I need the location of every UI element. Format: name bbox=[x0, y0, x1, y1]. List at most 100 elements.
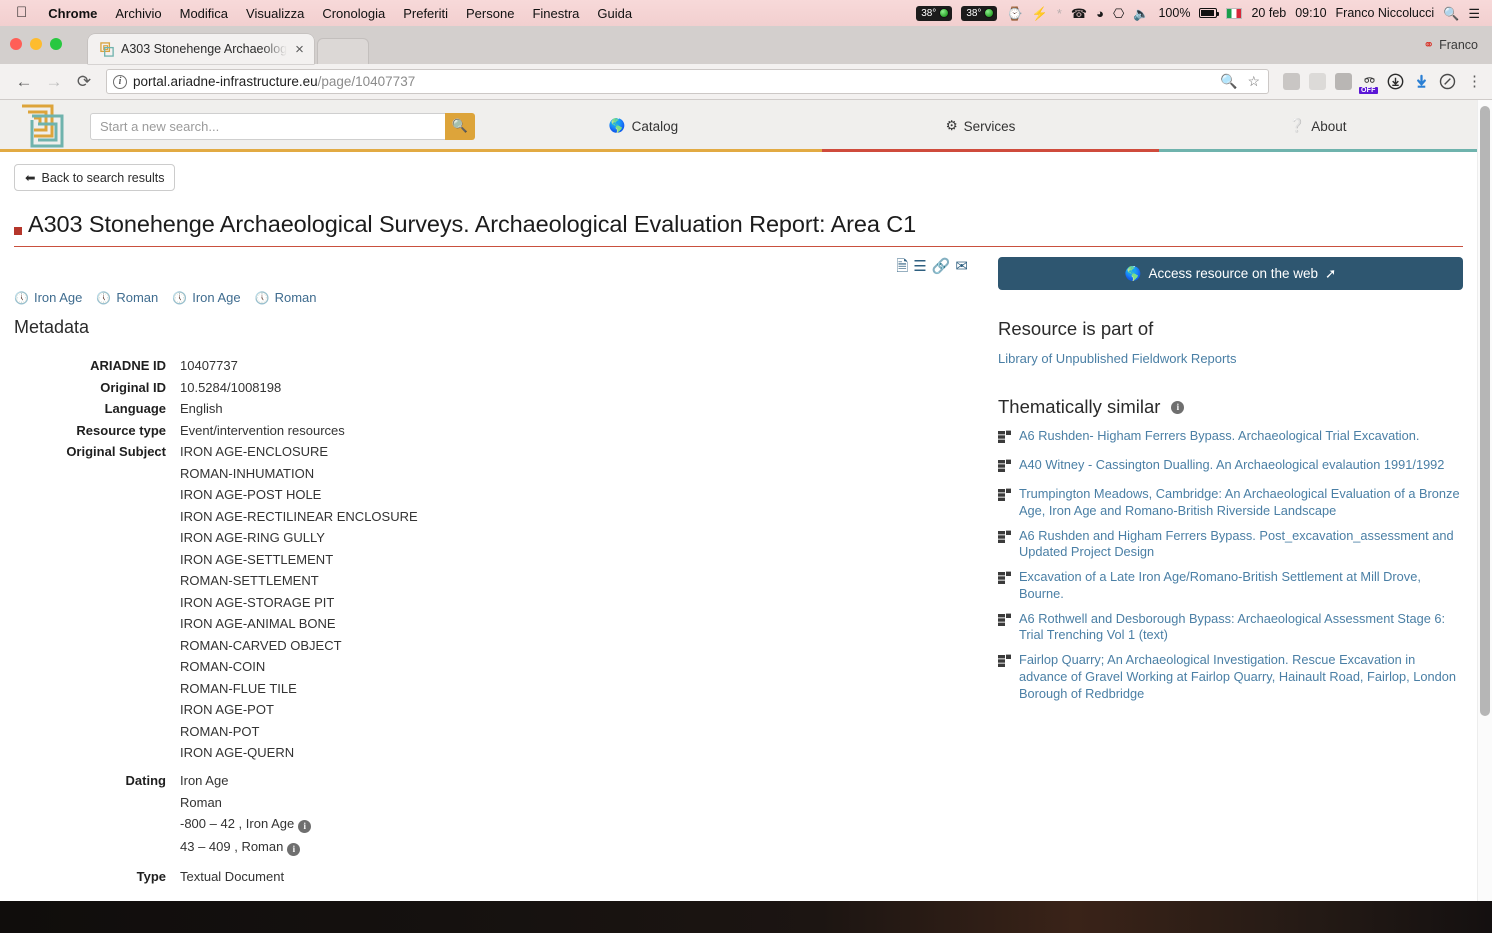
menu-item-preferiti[interactable]: Preferiti bbox=[394, 6, 457, 21]
nav-underline-accent bbox=[0, 149, 1477, 152]
list-item[interactable]: A6 Rushden- Higham Ferrers Bypass. Archa… bbox=[998, 428, 1463, 449]
chrome-menu-icon[interactable]: ⋮ bbox=[1465, 74, 1482, 89]
close-window-button[interactable] bbox=[10, 38, 22, 50]
spotlight-search-icon[interactable]: 🔍 bbox=[1443, 7, 1459, 20]
email-icon[interactable]: ✉ bbox=[955, 259, 968, 274]
list-item[interactable]: A6 Rothwell and Desborough Bypass: Archa… bbox=[998, 611, 1463, 645]
bluetooth-icon[interactable]: * bbox=[1057, 7, 1062, 20]
page-scrollbar-thumb[interactable] bbox=[1480, 106, 1490, 716]
menu-item-archivio[interactable]: Archivio bbox=[106, 6, 170, 21]
zoom-out-icon[interactable]: 🔍 bbox=[1220, 73, 1237, 90]
dating-value: Iron Age bbox=[180, 773, 229, 788]
battery-percent-label: 100% bbox=[1158, 6, 1191, 20]
access-resource-button[interactable]: 🌎 Access resource on the web ➚ bbox=[998, 257, 1463, 290]
google-drive-extension-icon[interactable] bbox=[1309, 73, 1326, 90]
notification-center-icon[interactable]: ☰ bbox=[1468, 7, 1480, 20]
page-viewport: 🔍 🌎 Catalog ⚙ Services ❔ About bbox=[0, 100, 1492, 901]
info-icon[interactable]: i bbox=[287, 842, 301, 856]
lightning-icon[interactable]: ⚡ bbox=[1032, 7, 1048, 20]
site-info-icon[interactable]: i bbox=[113, 74, 127, 89]
browser-tab[interactable]: A303 Stonehenge Archaeolog × bbox=[88, 34, 314, 64]
menu-item-visualizza[interactable]: Visualizza bbox=[237, 6, 313, 21]
metadata-row-ariadne-id: ARIADNE ID 10407737 bbox=[14, 358, 984, 373]
resource-part-of-link[interactable]: Library of Unpublished Fieldwork Reports bbox=[998, 351, 1463, 366]
chrome-window: A303 Stonehenge Archaeolog × ⚭ Franco ← … bbox=[0, 26, 1492, 901]
maximize-window-button[interactable] bbox=[50, 38, 62, 50]
nav-item-catalog[interactable]: 🌎 Catalog bbox=[475, 100, 812, 152]
profile-avatar-icon: ⚭ bbox=[1423, 37, 1435, 52]
menu-item-persone[interactable]: Persone bbox=[457, 6, 523, 21]
period-tag-iron-age-1[interactable]: 🕔 Iron Age bbox=[14, 290, 82, 305]
forward-navigation-button[interactable]: → bbox=[40, 68, 68, 96]
menu-item-chrome[interactable]: Chrome bbox=[39, 6, 106, 21]
search-submit-button[interactable]: 🔍 bbox=[445, 112, 475, 140]
thematically-similar-label: Thematically similar bbox=[998, 396, 1161, 417]
new-tab-button[interactable] bbox=[316, 38, 369, 64]
nav-label-about: About bbox=[1311, 118, 1347, 134]
info-icon[interactable]: i bbox=[298, 819, 312, 833]
chrome-profile-button[interactable]: ⚭ Franco bbox=[1423, 37, 1478, 53]
list-item[interactable]: Trumpington Meadows, Cambridge: An Archa… bbox=[998, 486, 1463, 520]
blue-arrow-download-icon[interactable] bbox=[1413, 73, 1430, 90]
time-machine-icon[interactable]: ⌚ bbox=[1006, 7, 1022, 20]
back-navigation-button[interactable]: ← bbox=[10, 68, 38, 96]
metadata-value-list: Iron Age Roman -800 – 42 , Iron Age i 43 … bbox=[180, 773, 312, 862]
minimize-window-button[interactable] bbox=[30, 38, 42, 50]
list-item[interactable]: A6 Rushden and Higham Ferrers Bypass. Po… bbox=[998, 528, 1463, 562]
lightbulb-extension-icon[interactable] bbox=[1335, 73, 1352, 90]
right-column: 🌎 Access resource on the web ➚ Resource … bbox=[984, 247, 1463, 890]
metadata-value-list: IRON AGE-ENCLOSURE ROMAN-INHUMATION IRON… bbox=[180, 444, 418, 767]
temperature-badge-1[interactable]: 38° bbox=[916, 5, 953, 21]
menu-bar-username[interactable]: Franco Niccolucci bbox=[1336, 6, 1435, 20]
nav-item-about[interactable]: ❔ About bbox=[1149, 100, 1486, 152]
nav-label-services: Services bbox=[963, 118, 1016, 134]
list-item-label: A6 Rushden- Higham Ferrers Bypass. Archa… bbox=[1019, 428, 1420, 443]
temperature-badge-2[interactable]: 38° bbox=[961, 5, 998, 21]
dating-range-value: 43 – 409 , Roman bbox=[180, 839, 284, 854]
resource-part-of-heading: Resource is part of bbox=[998, 318, 1154, 339]
clock-icon: 🕔 bbox=[254, 290, 270, 305]
speedometer-extension-icon[interactable] bbox=[1439, 73, 1456, 90]
wifi-icon[interactable]: ◕ bbox=[1096, 7, 1104, 20]
glasses-extension-icon[interactable]: OFF bbox=[1359, 73, 1378, 94]
address-bar[interactable]: i portal.ariadne-infrastructure.eu/page/… bbox=[106, 69, 1269, 94]
search-input[interactable] bbox=[90, 112, 445, 140]
nav-item-services[interactable]: ⚙ Services bbox=[812, 100, 1149, 152]
list-item[interactable]: A40 Witney - Cassington Dualling. An Arc… bbox=[998, 457, 1463, 478]
italian-flag-icon[interactable] bbox=[1226, 7, 1243, 19]
document-icon[interactable]: 🗎 bbox=[896, 259, 908, 274]
period-tag-roman-1[interactable]: 🕔 Roman bbox=[96, 290, 158, 305]
pocket-extension-icon[interactable] bbox=[1283, 73, 1300, 90]
citation-list-icon[interactable]: ☰ bbox=[913, 259, 926, 274]
records-stack-icon bbox=[998, 530, 1012, 549]
browser-toolbar: ← → ⟳ i portal.ariadne-infrastructure.eu… bbox=[0, 64, 1492, 100]
reload-button[interactable]: ⟳ bbox=[70, 68, 98, 96]
apple-logo-icon[interactable]:  bbox=[8, 5, 39, 22]
battery-icon[interactable] bbox=[1199, 8, 1220, 18]
menu-item-modifica[interactable]: Modifica bbox=[171, 6, 237, 21]
close-tab-button[interactable]: × bbox=[293, 42, 306, 57]
back-to-search-results-button[interactable]: ⬅ Back to search results bbox=[14, 164, 176, 191]
period-tag-roman-2[interactable]: 🕔 Roman bbox=[255, 290, 317, 305]
permalink-icon[interactable]: 🔗 bbox=[932, 259, 951, 274]
menu-item-finestra[interactable]: Finestra bbox=[523, 6, 588, 21]
download-circle-icon[interactable] bbox=[1387, 73, 1404, 90]
list-item[interactable]: Excavation of a Late Iron Age/Romano-Bri… bbox=[998, 569, 1463, 603]
tab-strip: A303 Stonehenge Archaeolog × ⚭ Franco bbox=[0, 26, 1492, 64]
menu-item-guida[interactable]: Guida bbox=[588, 6, 641, 21]
content-columns: 🗎 ☰ 🔗 ✉ 🕔 Iron Age 🕔 Roman 🕔 Iron Age 🕔 … bbox=[0, 247, 1477, 890]
page-scrollbar-track[interactable] bbox=[1477, 100, 1492, 901]
ariadne-labyrinth-logo-icon[interactable] bbox=[14, 100, 70, 154]
info-icon[interactable]: i bbox=[1171, 400, 1185, 414]
period-tag-iron-age-2[interactable]: 🕔 Iron Age bbox=[172, 290, 240, 305]
volume-icon[interactable]: 🔈 bbox=[1133, 7, 1149, 20]
site-search: 🔍 bbox=[90, 112, 475, 140]
bookmark-star-icon[interactable]: ☆ bbox=[1247, 73, 1260, 90]
phone-icon[interactable]: ☎ bbox=[1071, 7, 1087, 20]
url-domain: portal.ariadne-infrastructure.eu bbox=[133, 74, 318, 89]
menu-item-cronologia[interactable]: Cronologia bbox=[313, 6, 394, 21]
airplay-icon[interactable]: ⎔ bbox=[1113, 7, 1124, 20]
back-button-label: Back to search results bbox=[41, 170, 165, 185]
nav-label-catalog: Catalog bbox=[631, 118, 679, 134]
list-item[interactable]: Fairlop Quarry; An Archaeological Invest… bbox=[998, 652, 1463, 702]
